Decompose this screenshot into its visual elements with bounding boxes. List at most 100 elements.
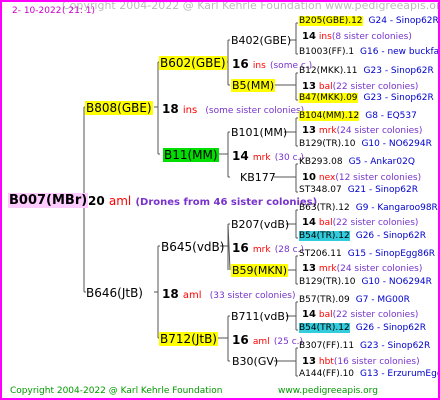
gen5-relation-row: 14 bal(22 sister colonies): [302, 310, 418, 320]
queen-gen5-info: G26 - Sinop62R: [355, 323, 426, 333]
root-insemination: aml: [108, 194, 132, 208]
gen5-relation-count: 13: [302, 263, 316, 274]
gen5-relation-row: 13 hbt(16 sister colonies): [302, 357, 420, 367]
gen5-relation-note: (24 sister colonies): [336, 126, 423, 136]
queen-gen5-info: G21 - Sinop62R: [347, 185, 418, 195]
gen5-relation-count: 13: [302, 125, 316, 136]
queen-gen5-label[interactable]: B129(TR).10: [299, 277, 355, 287]
queen-gen5-label[interactable]: B1003(FF).1: [299, 47, 354, 57]
queen-gen5-label[interactable]: ST206.11: [299, 249, 342, 259]
gen5-relation-note: (12 sister colonies): [335, 173, 422, 183]
gen3-3-ins: mrk: [252, 245, 271, 255]
queen-gen5-info: G10 - NO6294R: [361, 139, 432, 149]
gen2-1-ins: ins: [182, 105, 198, 116]
queen-gen5-label[interactable]: B307(FF).11: [299, 341, 354, 351]
gen3-3-count: 16: [232, 241, 249, 255]
queen-gen5-label[interactable]: ST348.07: [299, 185, 342, 195]
queen-gen5-label[interactable]: B63(TR).12: [299, 203, 350, 213]
gen2-2-relation: 18 aml (33 sister colonies): [162, 288, 295, 301]
header-date: 2- 10-2022: [12, 6, 62, 16]
queen-gen5-row[interactable]: B205(GBE).12 G24 - Sinop62R: [299, 16, 439, 26]
watermark: Copyright 2004-2022 @ Karl Kehrle Founda…: [62, 0, 440, 12]
queen-gen3-1[interactable]: B602(GBE): [159, 56, 227, 70]
gen3-1-count: 16: [232, 57, 249, 71]
queen-gen5-row[interactable]: B1003(FF).1 G16 - new buckfas: [299, 47, 440, 57]
gen5-relation-count: 10: [302, 172, 316, 183]
queen-gen5-label[interactable]: KB293.08: [299, 157, 343, 167]
queen-gen5-info: G8 - EQ537: [365, 111, 417, 121]
queen-gen5-row[interactable]: B104(MM).12 G8 - EQ537: [299, 111, 417, 121]
queen-gen4-8[interactable]: B30(GV): [231, 355, 279, 368]
queen-gen5-label[interactable]: B129(TR).10: [299, 139, 355, 149]
footer-site[interactable]: www.pedigreeapis.org: [278, 387, 378, 396]
queen-gen5-row[interactable]: B129(TR).10 G10 - NO6294R: [299, 278, 432, 287]
gen5-relation-ins: ins: [318, 32, 332, 42]
gen5-relation-count: 14: [302, 309, 316, 320]
queen-gen5-label[interactable]: A144(FF).10: [299, 369, 354, 379]
queen-gen5-row[interactable]: A144(FF).10 G13 - ErzurumEgg8: [299, 369, 440, 379]
gen5-relation-count: 14: [302, 31, 316, 42]
pedigree-frame: Copyright 2004-2022 @ Karl Kehrle Founda…: [0, 0, 440, 400]
root-drone-count: 20: [88, 194, 105, 208]
gen5-relation-note: (24 sister colonies): [336, 264, 423, 274]
queen-gen5-label[interactable]: B54(TR).12: [299, 231, 350, 241]
queen-gen3-4[interactable]: B712(JtB): [159, 332, 218, 346]
root-drones-note: (Drones from 46 sister colonies): [135, 197, 318, 208]
queen-gen4-5[interactable]: B207(vdB): [230, 218, 290, 231]
gen5-relation-ins: nex: [318, 173, 336, 183]
gen5-relation-row: 14 bal(22 sister colonies): [302, 218, 418, 228]
queen-root[interactable]: B007(MBr): [8, 193, 89, 208]
gen5-relation-ins: mrk: [318, 264, 337, 274]
queen-gen5-label[interactable]: B57(TR).09: [299, 295, 350, 305]
queen-gen5-info: G23 - Sinop62R: [363, 66, 434, 76]
gen3-1-ins: ins: [252, 61, 266, 71]
queen-gen5-info: G13 - ErzurumEgg8: [360, 369, 440, 379]
queen-gen4-7[interactable]: B711(vdB): [230, 310, 290, 323]
queen-gen5-row[interactable]: B63(TR).12 G9 - Kangaroo98R: [299, 204, 438, 213]
gen5-relation-note: (16 sister colonies): [333, 357, 420, 367]
queen-gen4-1[interactable]: B402(GBE): [230, 34, 292, 47]
header-counts: ( 21: 1): [62, 6, 95, 16]
gen5-relation-count: 14: [302, 217, 316, 228]
queen-gen5-row[interactable]: B129(TR).10 G10 - NO6294R: [299, 140, 432, 149]
gen2-2-ins: aml: [182, 290, 202, 301]
queen-gen5-row[interactable]: ST348.07 G21 - Sinop62R: [299, 186, 418, 195]
queen-gen4-6[interactable]: B59(MKN): [231, 264, 289, 277]
queen-gen5-row[interactable]: B12(MKK).11 G23 - Sinop62R: [299, 67, 434, 76]
queen-gen5-row[interactable]: B54(TR).12 G26 - Sinop62R: [299, 323, 426, 333]
gen3-4-count: 16: [232, 333, 249, 347]
queen-gen5-info: G15 - SinopEgg86R: [347, 249, 436, 259]
gen3-3-relation: 16 mrk (28 c.): [232, 242, 304, 255]
gen3-4-ins: aml: [252, 337, 270, 347]
queen-gen5-label[interactable]: B12(MKK).11: [299, 66, 358, 76]
gen2-1-relation: 18 ins (some sister colonies): [162, 103, 304, 116]
queen-gen5-info: G9 - Kangaroo98R: [355, 203, 438, 213]
queen-gen5-label[interactable]: B104(MM).12: [299, 111, 360, 121]
queen-gen5-row[interactable]: KB293.08 G5 - Ankar02Q: [299, 158, 415, 167]
queen-gen5-label[interactable]: B47(MKK).09: [299, 93, 358, 103]
queen-gen5-row[interactable]: B47(MKK).09 G23 - Sinop62R: [299, 93, 434, 103]
gen5-relation-row: 14 ins(8 sister colonies): [302, 32, 412, 42]
queen-gen5-row[interactable]: B54(TR).12 G26 - Sinop62R: [299, 231, 426, 241]
queen-gen5-info: G26 - Sinop62R: [355, 231, 426, 241]
queen-gen4-3[interactable]: B101(MM): [230, 126, 288, 139]
queen-gen2-1[interactable]: B808(GBE): [85, 101, 153, 115]
queen-gen5-label[interactable]: B54(TR).12: [299, 323, 350, 333]
queen-gen5-info: G16 - new buckfas: [360, 47, 440, 57]
queen-gen5-row[interactable]: ST206.11 G15 - SinopEgg86R: [299, 250, 435, 259]
queen-gen5-info: G24 - Sinop62R: [368, 16, 439, 26]
queen-gen5-row[interactable]: B307(FF).11 G23 - Sinop62R: [299, 342, 430, 351]
gen5-relation-note: (22 sister colonies): [332, 218, 419, 228]
queen-gen4-2[interactable]: B5(MM): [231, 79, 276, 92]
gen5-relation-note: (8 sister colonies): [331, 32, 412, 42]
queen-gen5-info: G10 - NO6294R: [361, 277, 432, 287]
queen-gen4-4[interactable]: KB177: [239, 171, 277, 184]
queen-gen5-info: G7 - MG00R: [355, 295, 410, 305]
queen-gen3-3[interactable]: B645(vdB): [160, 240, 225, 254]
queen-gen5-label[interactable]: B205(GBE).12: [299, 16, 363, 26]
queen-gen2-2[interactable]: B646(JtB): [85, 286, 144, 300]
footer-copyright: Copyright 2004-2022 @ Karl Kehrle Founda…: [10, 386, 223, 396]
gen5-relation-row: 13 mrk(24 sister colonies): [302, 264, 422, 274]
queen-gen3-2[interactable]: B11(MM): [163, 148, 219, 162]
queen-gen5-row[interactable]: B57(TR).09 G7 - MG00R: [299, 296, 410, 305]
